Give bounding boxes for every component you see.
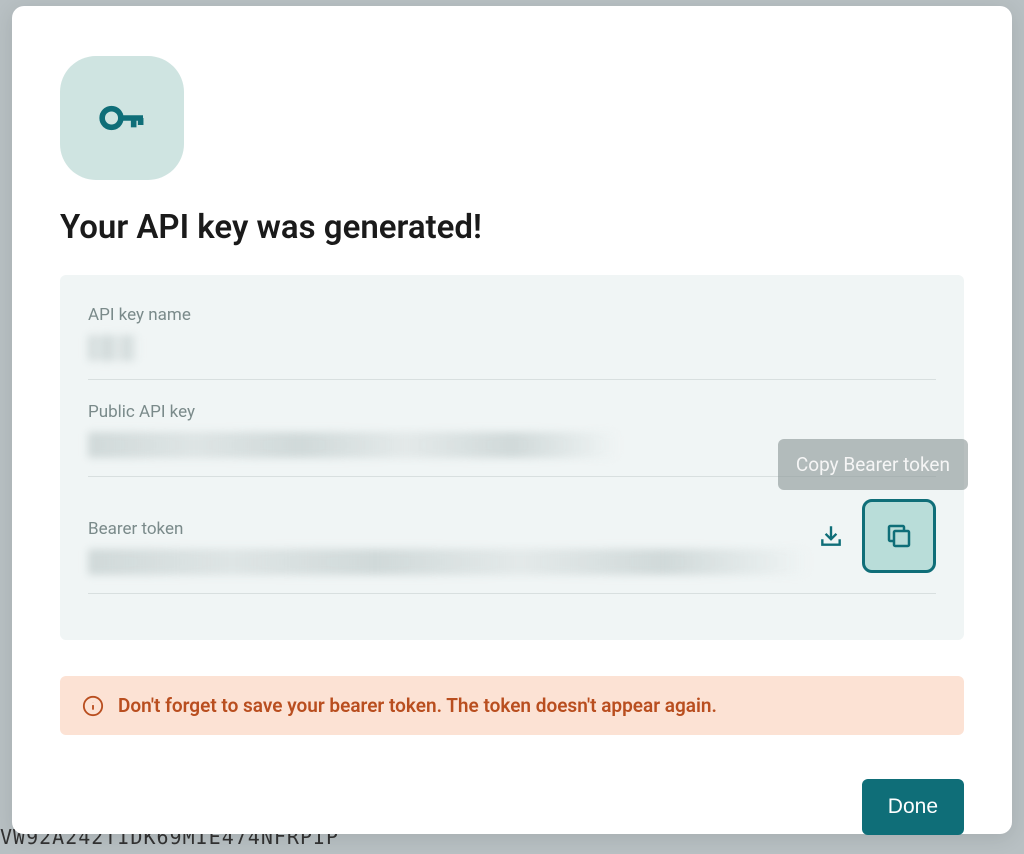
api-key-name-value-redacted bbox=[88, 335, 138, 361]
bearer-token-value-redacted bbox=[88, 549, 808, 575]
bearer-token-field: Bearer token bbox=[88, 499, 936, 594]
copy-icon bbox=[884, 521, 914, 551]
api-key-name-label: API key name bbox=[88, 305, 936, 325]
copy-token-button[interactable] bbox=[862, 499, 936, 573]
public-api-key-label: Public API key bbox=[88, 402, 936, 422]
key-icon-container bbox=[60, 56, 184, 180]
done-button[interactable]: Done bbox=[862, 779, 964, 835]
key-icon bbox=[94, 90, 150, 146]
api-key-name-field: API key name bbox=[88, 305, 936, 380]
warning-banner: Don't forget to save your bearer token. … bbox=[60, 676, 964, 735]
copy-tooltip: Copy Bearer token bbox=[778, 439, 968, 490]
modal-title: Your API key was generated! bbox=[60, 208, 964, 247]
key-info-card: API key name Public API key Bearer token bbox=[60, 275, 964, 640]
download-token-button[interactable] bbox=[818, 523, 844, 549]
warning-text: Don't forget to save your bearer token. … bbox=[118, 694, 717, 717]
api-key-modal: Your API key was generated! API key name… bbox=[12, 6, 1012, 834]
info-icon bbox=[82, 695, 104, 717]
bearer-token-label: Bearer token bbox=[88, 519, 818, 539]
public-api-key-value-redacted bbox=[88, 432, 618, 458]
download-icon bbox=[818, 523, 844, 549]
modal-footer: Done bbox=[60, 779, 964, 835]
